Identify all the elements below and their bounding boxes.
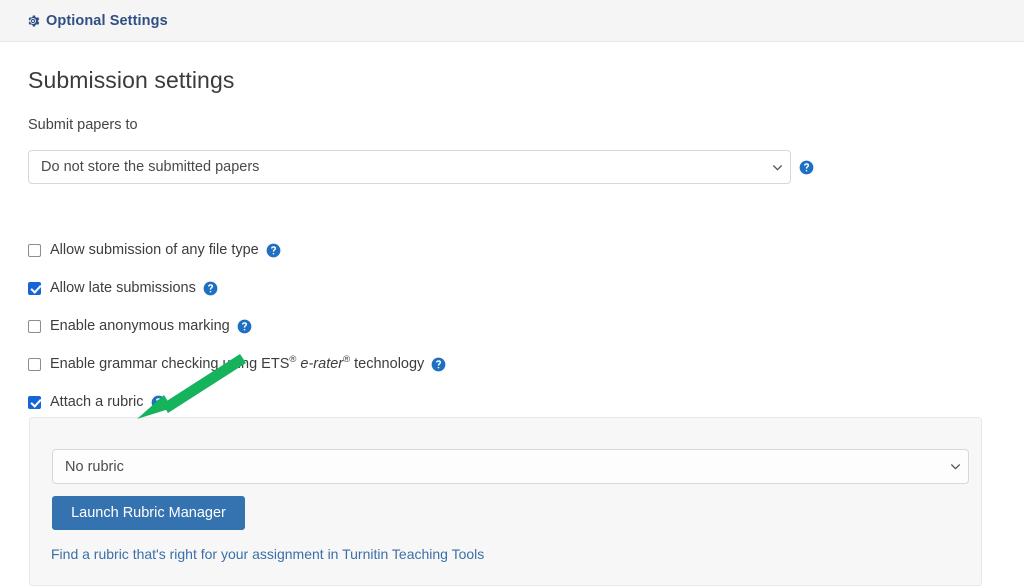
- checkbox-label-allow-any-file-type: Allow submission of any file type: [50, 242, 259, 258]
- launch-rubric-manager-button[interactable]: Launch Rubric Manager: [52, 496, 245, 530]
- checkbox-allow-any-file-type[interactable]: [28, 243, 41, 257]
- checkbox-attach-a-rubric[interactable]: [28, 395, 41, 409]
- checkbox-label-enable-grammar-checking: Enable grammar checking using ETS® e-rat…: [50, 355, 425, 372]
- checkbox-label-attach-a-rubric: Attach a rubric: [50, 394, 144, 410]
- checkbox-row-allow-any-file-type[interactable]: Allow submission of any file type: [28, 242, 281, 258]
- help-circle-icon[interactable]: [151, 395, 166, 410]
- checkbox-label-allow-late-submissions: Allow late submissions: [50, 280, 196, 296]
- rubric-select-value: No rubric: [65, 458, 124, 475]
- header-title-group: Optional Settings: [26, 13, 168, 29]
- rubric-select[interactable]: No rubric: [52, 449, 969, 484]
- chevron-down-icon: [942, 450, 968, 483]
- checkbox-enable-anonymous-marking[interactable]: [28, 319, 41, 333]
- checkbox-label-enable-anonymous-marking: Enable anonymous marking: [50, 318, 230, 334]
- submit-papers-label: Submit papers to: [28, 117, 138, 133]
- submit-papers-select[interactable]: Do not store the submitted papers: [28, 150, 791, 184]
- rubric-panel: No rubric Launch Rubric Manager Find a r…: [29, 417, 982, 586]
- help-circle-icon[interactable]: [266, 243, 281, 258]
- grammar-label-after: technology: [350, 356, 425, 372]
- chevron-down-icon: [764, 151, 790, 183]
- checkbox-row-enable-anonymous-marking[interactable]: Enable anonymous marking: [28, 318, 252, 334]
- checkbox-enable-grammar-checking[interactable]: [28, 357, 41, 371]
- checkbox-row-allow-late-submissions[interactable]: Allow late submissions: [28, 280, 218, 296]
- help-circle-icon[interactable]: [237, 319, 252, 334]
- optional-settings-header: Optional Settings: [0, 0, 1024, 42]
- gear-icon: [26, 14, 40, 28]
- help-circle-icon[interactable]: [431, 357, 446, 372]
- page-title: Submission settings: [28, 67, 235, 93]
- checkbox-allow-late-submissions[interactable]: [28, 281, 41, 295]
- help-circle-icon[interactable]: [799, 160, 814, 175]
- header-title-label: Optional Settings: [46, 12, 168, 29]
- grammar-label-before: Enable grammar checking using ETS: [50, 356, 290, 372]
- help-circle-icon[interactable]: [203, 281, 218, 296]
- grammar-label-brand: e-rater: [300, 356, 344, 372]
- checkbox-row-attach-a-rubric[interactable]: Attach a rubric: [28, 394, 166, 410]
- checkbox-row-enable-grammar-checking[interactable]: Enable grammar checking using ETS® e-rat…: [28, 355, 446, 372]
- find-a-rubric-link[interactable]: Find a rubric that's right for your assi…: [51, 546, 484, 562]
- submit-papers-select-value: Do not store the submitted papers: [41, 159, 260, 175]
